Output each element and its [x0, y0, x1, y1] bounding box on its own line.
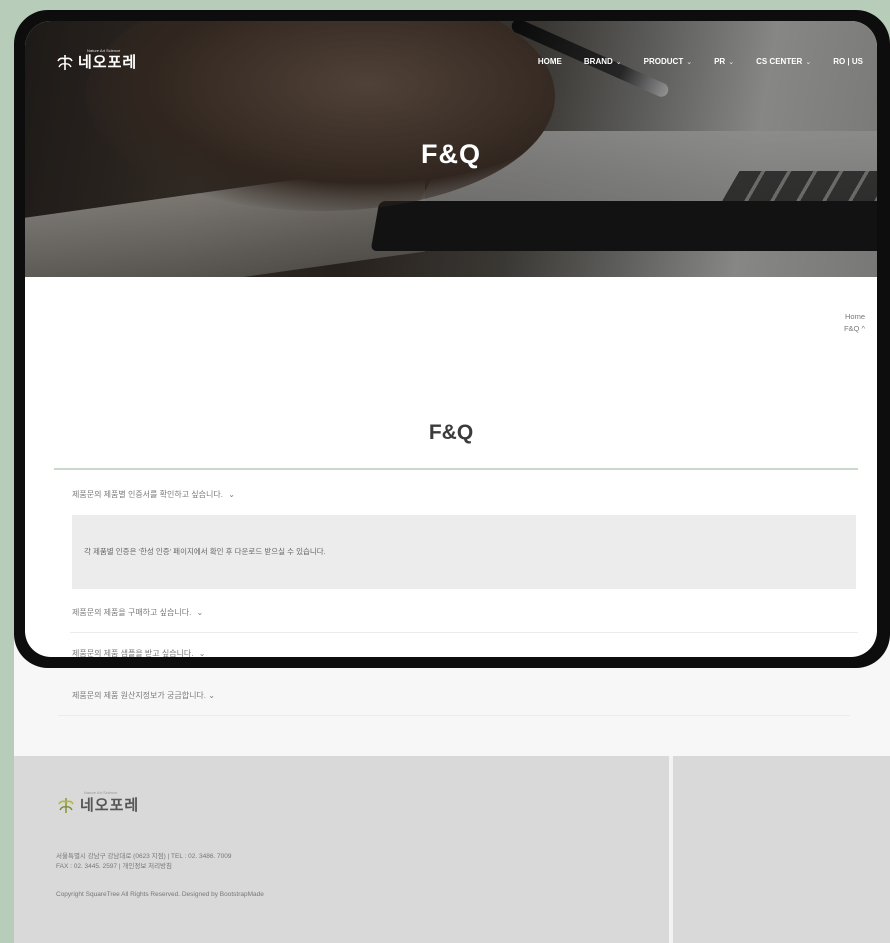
footer-divider [669, 756, 673, 943]
hero-title: F&Q [421, 139, 481, 169]
leaf-logo-icon [58, 797, 74, 813]
page-title: F&Q [428, 421, 474, 444]
faq-question: 제품문의 제품 원산지정보가 궁금합니다. [72, 691, 207, 700]
title-divider [54, 468, 858, 470]
breadcrumb-current[interactable]: F&Q ^ [844, 323, 865, 335]
brand-wordmark: 네오포레 [80, 797, 140, 814]
brand-tagline: Nature Art Science [84, 790, 118, 795]
faq-question: 제품문의 제품을 구매하고 싶습니다. [72, 608, 192, 617]
faq-answer-1: 각 제품별 인증은 '한성 인증' 페이지에서 확인 후 다운로드 받으실 수 … [72, 515, 856, 589]
leaf-logo-icon [57, 54, 73, 70]
nav-item-product[interactable]: PRODUCT ⌄ [644, 57, 692, 66]
nav-label: PRODUCT [643, 57, 684, 66]
chevron-down-icon: ⌄ [805, 58, 812, 66]
brand-wordmark: 네오포레 [78, 54, 138, 71]
footer-fax: FAX : 02. 3445. 2597 | 개인정보 처리방침 [56, 863, 173, 870]
device-screen: Nature Art Science 네오포레 HOME BRAND ⌄ PRO… [25, 21, 877, 657]
faq-item-2[interactable]: 제품문의 제품을 구매하고 싶습니다. ⌄ [70, 593, 858, 633]
footer-copyright: Copyright SquareTree All Rights Reserved… [56, 891, 264, 898]
footer-logo[interactable]: Nature Art Science 네오포레 [58, 790, 140, 815]
breadcrumb-home-link[interactable]: Home [844, 311, 865, 323]
nav-item-brand[interactable]: BRAND ⌄ [584, 57, 622, 66]
faq-question: 제품문의 제품 샘플을 받고 싶습니다. [72, 649, 194, 657]
breadcrumb: Home F&Q ^ [844, 311, 865, 335]
faq-item-1[interactable]: 제품문의 제품별 인증서를 확인하고 싶습니다. ⌄ [70, 475, 858, 515]
nav-item-pr[interactable]: PR ⌄ [714, 57, 734, 66]
chevron-down-icon: ⌄ [208, 691, 215, 700]
nav-label: HOME [537, 57, 562, 66]
nav-label: PR [714, 57, 726, 66]
chevron-down-icon: ⌄ [196, 608, 204, 617]
faq-question: 제품문의 제품별 인증서를 확인하고 싶습니다. [72, 490, 223, 499]
footer-address: 서울특별시 강남구 강남대로 (0623 지점) | TEL : 02. 348… [56, 853, 232, 860]
chevron-down-icon: ⌄ [728, 58, 735, 66]
faq-item-3[interactable]: 제품문의 제품 샘플을 받고 싶습니다. ⌄ [70, 634, 858, 657]
chevron-down-icon: ⌄ [686, 58, 693, 66]
nav-label: RO | US [833, 57, 863, 66]
chevron-down-icon: ⌄ [615, 58, 622, 66]
brand-tagline: Nature Art Science [87, 48, 121, 53]
site-footer: Nature Art Science 네오포레 서울특별시 강남구 강남대로 (… [14, 756, 890, 943]
device-frame: Nature Art Science 네오포레 HOME BRAND ⌄ PRO… [14, 10, 890, 668]
nav-item-ro-us[interactable]: RO | US [833, 57, 863, 66]
chevron-down-icon: ⌄ [198, 649, 206, 657]
nav-item-home[interactable]: HOME [538, 57, 562, 66]
nav-item-cs-center[interactable]: CS CENTER ⌄ [756, 57, 811, 66]
faq-item-4-below[interactable]: 제품문의 제품 원산지정보가 궁금합니다. ⌄ [58, 676, 850, 716]
main-nav: HOME BRAND ⌄ PRODUCT ⌄ PR ⌄ CS CENTER ⌄ [538, 57, 863, 66]
chevron-down-icon: ⌄ [228, 490, 235, 499]
nav-label: BRAND [583, 57, 613, 66]
hero-banner: Nature Art Science 네오포레 HOME BRAND ⌄ PRO… [25, 21, 877, 277]
header-logo[interactable]: Nature Art Science 네오포레 [57, 48, 138, 72]
nav-label: CS CENTER [756, 57, 803, 66]
